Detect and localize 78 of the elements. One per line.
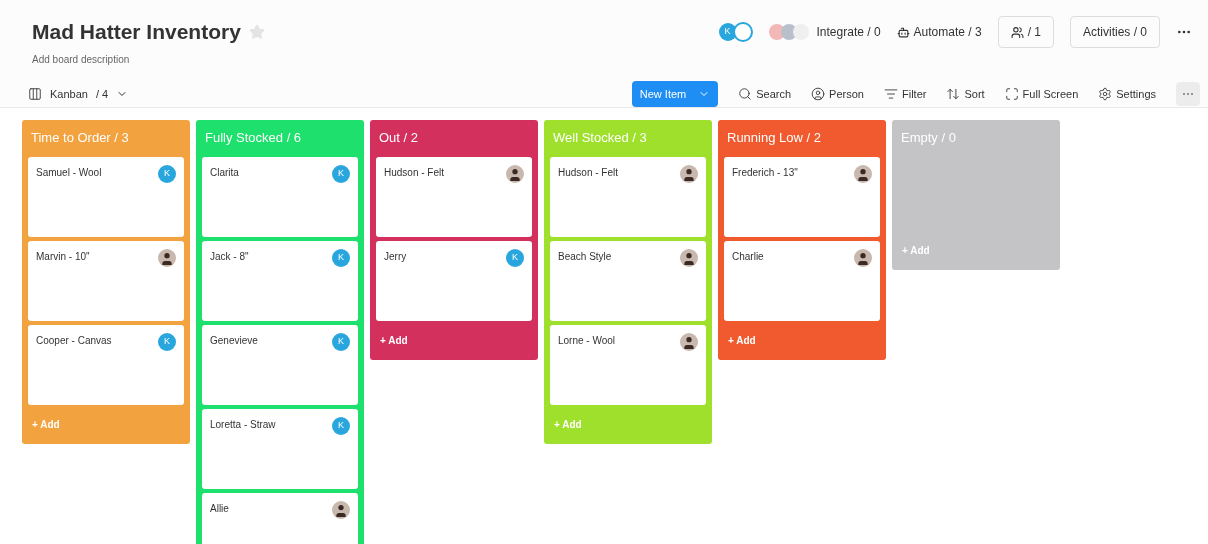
settings-icon (1098, 86, 1113, 101)
board-title: Mad Hatter Inventory (32, 19, 241, 45)
person-icon (811, 86, 826, 101)
column-title: Well Stocked / 3 (552, 129, 648, 147)
item-card[interactable]: Marvin - 10" (28, 240, 184, 321)
robot-icon (896, 25, 910, 39)
item-name: Cooper - Canvas (36, 333, 112, 348)
column-title: Out / 2 (378, 129, 420, 147)
full-screen-button[interactable]: Full Screen (1004, 85, 1079, 102)
avatar-initial: K (718, 23, 737, 41)
item-name: Jack - 8" (210, 249, 249, 264)
item-name: Clarita (210, 165, 239, 180)
members-button[interactable]: / 1 (997, 16, 1054, 48)
column-title: Running Low / 2 (726, 129, 822, 147)
sort-button[interactable]: Sort (946, 85, 985, 102)
item-card[interactable]: Beach Style (550, 240, 706, 321)
avatar-silhouette (332, 500, 350, 519)
item-card[interactable]: Jerry K (376, 240, 532, 321)
star-icon[interactable] (248, 23, 265, 40)
item-name: Lorne - Wool (558, 333, 616, 348)
item-name: Marvin - 10" (36, 249, 90, 264)
item-card[interactable]: Frederich - 13" (724, 156, 880, 237)
filter-button[interactable]: Filter (883, 85, 927, 102)
item-card[interactable]: Genevieve K (202, 324, 358, 405)
avatar-silhouette (854, 164, 872, 183)
invite-icon[interactable] (732, 22, 753, 42)
item-name: Loretta - Straw (210, 417, 276, 432)
item-name: Frederich - 13" (732, 165, 798, 180)
column-title: Fully Stocked / 6 (204, 129, 303, 147)
avatar-silhouette (680, 332, 698, 351)
avatar-initial: K (332, 416, 350, 435)
avatar-initial: K (506, 248, 524, 267)
item-name: Allie (210, 501, 229, 516)
avatar-silhouette (854, 248, 872, 267)
add-item-button[interactable]: + Add (376, 324, 532, 352)
board-description[interactable]: Add board description (32, 51, 265, 67)
item-name: Beach Style (558, 249, 612, 264)
settings-button[interactable]: Settings (1098, 85, 1156, 102)
automate-button[interactable]: Automate / 3 (896, 23, 982, 41)
item-card[interactable]: Loretta - Straw K (202, 408, 358, 489)
column-title: Empty / 0 (900, 129, 957, 147)
avatar-initial: K (158, 332, 176, 351)
item-card[interactable]: Hudson - Felt (376, 156, 532, 237)
item-card[interactable]: Jack - 8" K (202, 240, 358, 321)
item-name: Hudson - Felt (558, 165, 619, 180)
item-name: Samuel - Wool (36, 165, 102, 180)
kanban-icon (28, 86, 42, 101)
avatar-silhouette (158, 248, 176, 267)
sort-icon (946, 86, 961, 101)
item-card[interactable]: Cooper - Canvas K (28, 324, 184, 405)
item-name: Jerry (384, 249, 407, 264)
item-card[interactable]: Clarita K (202, 156, 358, 237)
activities-button[interactable]: Activities / 0 (1069, 16, 1160, 48)
item-card[interactable]: Lorne - Wool (550, 324, 706, 405)
full-screen-icon (1004, 86, 1019, 101)
view-selector[interactable]: Kanban / 4 (28, 85, 129, 102)
avatar-silhouette (506, 164, 524, 183)
avatar-initial: K (332, 164, 350, 183)
item-card[interactable]: Hudson - Felt (550, 156, 706, 237)
integrate-button[interactable]: Integrate / 0 (816, 23, 881, 41)
people-icon (1010, 25, 1024, 39)
search-icon (738, 86, 753, 101)
avatar-silhouette (680, 164, 698, 183)
avatar-silhouette (680, 248, 698, 267)
item-name: Hudson - Felt (384, 165, 445, 180)
avatar-initial: K (158, 164, 176, 183)
person-button[interactable]: Person (811, 85, 864, 102)
filter-icon (883, 86, 898, 101)
avatar-initial: K (332, 332, 350, 351)
search-button[interactable]: Search (738, 85, 792, 102)
item-card[interactable]: Allie (202, 492, 358, 544)
column-title: Time to Order / 3 (30, 129, 130, 147)
item-card[interactable]: Charlie (724, 240, 880, 321)
avatar-initial: K (332, 248, 350, 267)
item-card[interactable]: Samuel - Wool K (28, 156, 184, 237)
integration-logos-icon (768, 24, 809, 40)
item-name: Genevieve (210, 333, 258, 348)
item-name: Charlie (732, 249, 764, 264)
